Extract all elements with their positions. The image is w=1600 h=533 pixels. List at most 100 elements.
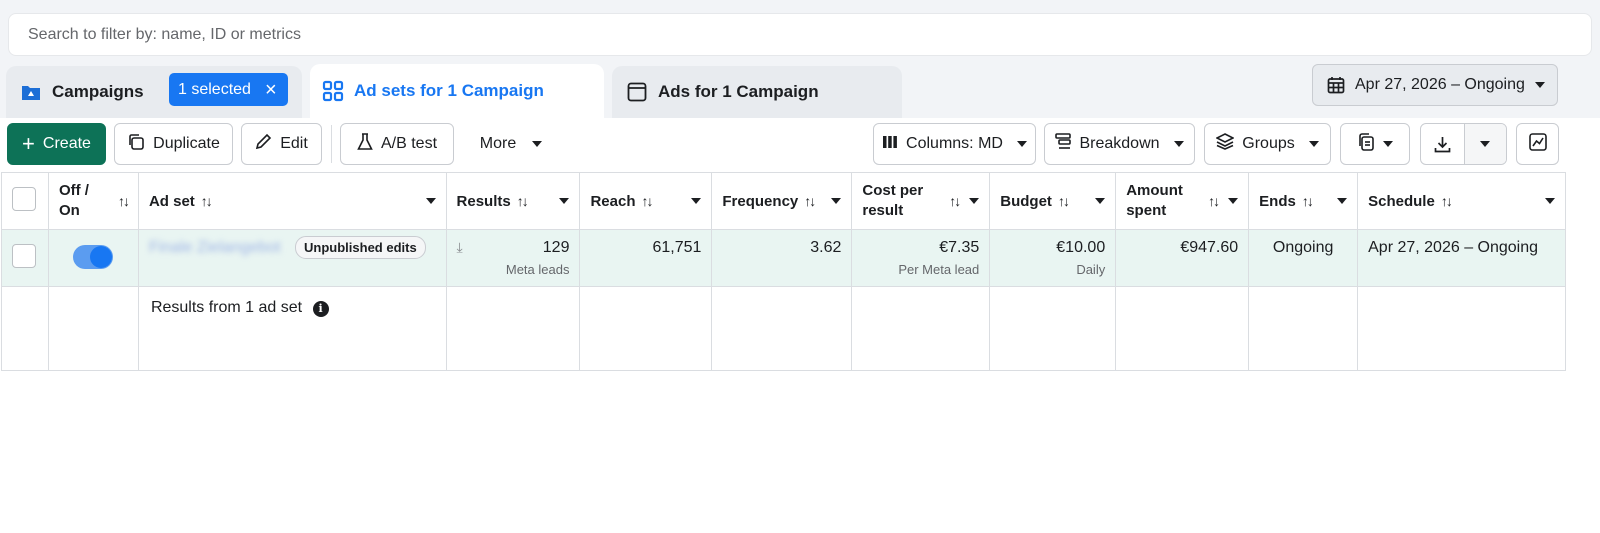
download-icon[interactable] [1421, 124, 1464, 164]
col-cost-per-result[interactable]: Cost per result ↑↓ [851, 172, 991, 230]
reach-value: 61,751 [652, 239, 702, 256]
duplicate-icon [127, 133, 145, 156]
sort-icon[interactable]: ↑↓ [804, 193, 816, 209]
search-input[interactable] [28, 25, 1591, 44]
ends-value: Ongoing [1272, 239, 1334, 256]
col-off-on-label-1: Off / [58, 182, 89, 199]
col-cost-label-1: Cost per [862, 182, 924, 199]
sort-icon[interactable]: ↑↓ [201, 193, 213, 209]
col-frequency[interactable]: Frequency ↑↓ [711, 172, 853, 230]
chevron-down-icon [1173, 141, 1184, 147]
info-icon[interactable]: i [312, 300, 329, 317]
edit-button[interactable]: Edit [241, 123, 322, 165]
sort-icon[interactable]: ↑↓ [949, 193, 961, 209]
col-off-on[interactable]: Off / On ↑↓ [48, 172, 139, 230]
col-reach-label: Reach [590, 192, 636, 210]
ab-test-button[interactable]: A/B test [340, 123, 454, 165]
select-all-checkbox[interactable] [12, 187, 36, 211]
date-range-button[interactable]: Apr 27, 2026 – Ongoing [1312, 64, 1558, 106]
sort-icon[interactable]: ↑↓ [1441, 193, 1453, 209]
ad-set-name-link[interactable]: Finale Zielangebot [149, 239, 281, 256]
chevron-down-icon[interactable] [559, 198, 570, 204]
chevron-down-icon [1480, 141, 1491, 147]
select-all-cell [1, 172, 49, 230]
chevron-down-icon[interactable] [1545, 198, 1555, 204]
groups-button[interactable]: Groups [1204, 123, 1331, 165]
chevron-down-icon[interactable] [691, 198, 702, 204]
search-bar[interactable] [8, 13, 1592, 56]
pencil-icon [255, 133, 272, 155]
row-checkbox[interactable] [12, 244, 36, 268]
sort-icon[interactable]: ↑↓ [1058, 193, 1070, 209]
chart-icon [1528, 132, 1547, 156]
col-schedule[interactable]: Schedule ↑↓ [1357, 172, 1566, 230]
chevron-down-icon [1535, 82, 1545, 88]
columns-button[interactable]: Columns: MD [873, 123, 1036, 165]
chevron-down-icon[interactable] [1337, 198, 1348, 204]
groups-label: Groups [1242, 135, 1295, 152]
folder-icon [20, 81, 42, 103]
sort-icon[interactable]: ↑↓ [1208, 193, 1220, 209]
col-off-on-label: Off / On [59, 181, 89, 221]
table-row[interactable]: Finale Zielangebot Unpublished edits ⤓ 1… [1, 229, 1566, 287]
ad-window-icon [626, 81, 648, 103]
sort-icon[interactable]: ↑↓ [517, 193, 529, 209]
chevron-down-icon [1016, 141, 1027, 147]
sort-icon[interactable]: ↑↓ [1302, 193, 1314, 209]
chevron-down-icon[interactable] [1095, 198, 1106, 204]
reports-button[interactable] [1340, 123, 1410, 165]
results-summary-label: Results from 1 ad set [150, 299, 303, 316]
row-frequency-cell: 3.62 [711, 229, 853, 287]
col-amount-label-1: Amount [1126, 182, 1183, 199]
date-range-label: Apr 27, 2026 – Ongoing [1355, 76, 1525, 93]
col-reach[interactable]: Reach ↑↓ [579, 172, 713, 230]
chevron-down-icon[interactable] [1228, 198, 1239, 204]
chart-button[interactable] [1516, 123, 1559, 165]
budget-sub: Daily [1076, 262, 1106, 277]
row-amount-cell: €947.60 [1115, 229, 1250, 287]
tab-ad-sets-label: Ad sets for 1 Campaign [354, 81, 544, 100]
calendar-icon [1327, 76, 1345, 94]
tab-ads[interactable]: Ads for 1 Campaign [612, 66, 902, 118]
table-header-row: Off / On ↑↓ Ad set ↑↓ Results ↑↓ Reach ↑↓ [1, 172, 1566, 230]
col-ad-set[interactable]: Ad set ↑↓ [138, 172, 447, 230]
row-budget-cell: €10.00 Daily [989, 229, 1117, 287]
col-ends-label: Ends [1259, 192, 1296, 210]
amount-value: €947.60 [1180, 239, 1239, 256]
summary-cell [48, 286, 139, 371]
chevron-down-icon[interactable] [969, 198, 980, 204]
col-amount-label: Amount spent [1126, 181, 1183, 221]
sort-icon[interactable]: ↑↓ [118, 193, 130, 209]
selected-filter-pill[interactable]: 1 selected × [169, 73, 288, 106]
summary-cell [579, 286, 713, 371]
chevron-down-icon[interactable] [425, 198, 436, 204]
selected-count-label: 1 selected [178, 80, 251, 98]
col-amount-label-2: spent [1126, 202, 1167, 219]
row-results-cell: ⤓ 129 Meta leads [446, 229, 581, 287]
close-icon[interactable]: × [265, 80, 277, 100]
col-budget[interactable]: Budget ↑↓ [989, 172, 1117, 230]
duplicate-button[interactable]: Duplicate [114, 123, 233, 165]
chevron-down-icon[interactable] [831, 198, 842, 204]
breakdown-button[interactable]: Breakdown [1044, 123, 1195, 165]
create-button[interactable]: + Create [7, 123, 106, 165]
columns-label: Columns: MD [906, 135, 1003, 152]
export-button-group[interactable] [1420, 123, 1507, 165]
tab-campaigns-label: Campaigns [52, 82, 144, 101]
tab-ad-sets[interactable]: Ad sets for 1 Campaign [310, 64, 604, 118]
layers-icon [1215, 133, 1236, 155]
row-toggle-cell [48, 229, 139, 287]
columns-icon [882, 134, 898, 155]
more-label: More [479, 135, 517, 152]
more-button[interactable]: More [466, 123, 556, 165]
col-amount-spent[interactable]: Amount spent ↑↓ [1115, 172, 1250, 230]
ad-set-toggle[interactable] [72, 245, 113, 269]
cost-sub: Per Meta lead [898, 262, 980, 277]
summary-cell [1357, 286, 1566, 371]
col-results[interactable]: Results ↑↓ [446, 172, 581, 230]
col-schedule-label: Schedule [1368, 192, 1435, 210]
flask-icon [357, 132, 373, 156]
export-dropdown[interactable] [1463, 124, 1506, 164]
col-ends[interactable]: Ends ↑↓ [1248, 172, 1359, 230]
sort-icon[interactable]: ↑↓ [642, 193, 654, 209]
